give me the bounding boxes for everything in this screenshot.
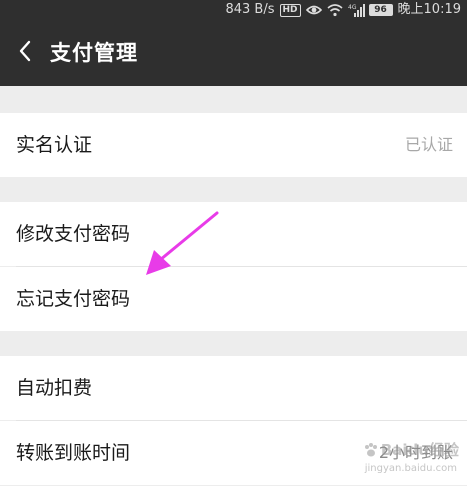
menu-item-real-name[interactable]: 实名认证 已认证 <box>0 113 467 177</box>
chevron-left-icon <box>17 40 33 66</box>
menu-item-forgot-password[interactable]: 忘记支付密码 <box>0 267 467 331</box>
menu-item-label: 修改支付密码 <box>16 223 131 245</box>
menu-item-label: 自动扣费 <box>16 377 93 399</box>
paw-icon <box>364 442 377 456</box>
eye-icon <box>305 3 322 17</box>
signal-label: 4G <box>348 4 357 11</box>
page-title: 支付管理 <box>50 41 138 65</box>
app-window: 843 B/s HD 4G 96 晚上10:19 支付管理 实名认证 已认证 修… <box>0 0 467 486</box>
menu-item-label: 忘记支付密码 <box>16 288 131 310</box>
menu-item-auto-deduct[interactable]: 自动扣费 <box>0 356 467 420</box>
menu-item-label: 实名认证 <box>16 134 93 156</box>
watermark-logo: Baidu经验 <box>363 439 459 460</box>
watermark-url: jingyan.baidu.com <box>364 463 457 474</box>
signal-icon: 4G <box>348 3 365 17</box>
battery-indicator: 96 <box>368 4 393 16</box>
back-button[interactable] <box>8 36 42 70</box>
hd-badge: HD <box>279 3 301 17</box>
verification-status: 已认证 <box>404 135 453 154</box>
status-bar-right: 843 B/s HD 4G 96 晚上10:19 <box>225 0 461 20</box>
network-speed: 843 B/s <box>225 2 275 17</box>
clock: 晚上10:19 <box>397 2 461 17</box>
wifi-icon <box>327 3 343 17</box>
app-header: 支付管理 <box>0 20 467 86</box>
status-bar: 843 B/s HD 4G 96 晚上10:19 <box>0 0 467 20</box>
menu-item-change-password[interactable]: 修改支付密码 <box>0 202 467 266</box>
watermark-brand: Baidu经验 <box>380 441 459 459</box>
menu-item-label: 转账到账时间 <box>16 442 131 464</box>
